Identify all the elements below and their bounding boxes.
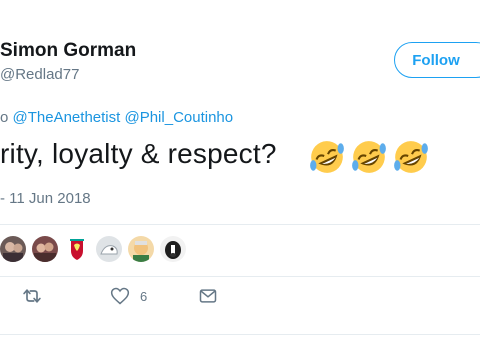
rolling-laughing-emoji-icon bbox=[310, 141, 344, 173]
tweet-text: rity, loyalty & respect? bbox=[0, 138, 277, 169]
emoji-row bbox=[308, 138, 430, 176]
avatar[interactable] bbox=[32, 236, 58, 262]
like-count: 6 bbox=[140, 288, 148, 304]
mention-link-1[interactable]: @TheAnethetist bbox=[13, 109, 121, 126]
avatar[interactable] bbox=[96, 236, 122, 262]
reply-context: o @TheAnethetist @Phil_Coutinho bbox=[0, 109, 233, 126]
avatar[interactable] bbox=[160, 236, 186, 262]
rolling-laughing-emoji-icon bbox=[352, 141, 386, 173]
heart-icon bbox=[110, 287, 130, 305]
retweet-icon bbox=[23, 289, 41, 303]
avatar[interactable] bbox=[128, 236, 154, 262]
envelope-icon bbox=[199, 289, 217, 303]
tweet-timestamp[interactable]: - 11 Jun 2018 bbox=[0, 190, 91, 207]
follow-button-label: Follow bbox=[412, 51, 460, 69]
avatar[interactable] bbox=[64, 236, 90, 262]
direct-message-button[interactable] bbox=[198, 286, 218, 306]
rolling-laughing-emoji-icon bbox=[394, 141, 428, 173]
divider bbox=[0, 334, 480, 335]
follow-button[interactable]: Follow bbox=[394, 42, 480, 78]
avatar[interactable] bbox=[0, 236, 26, 262]
divider bbox=[0, 276, 480, 277]
reply-context-prefix: o bbox=[0, 109, 9, 126]
author-handle[interactable]: @Redlad77 bbox=[0, 66, 79, 83]
mention-link-2[interactable]: @Phil_Coutinho bbox=[124, 109, 233, 126]
author-name[interactable]: Simon Gorman bbox=[0, 40, 136, 62]
like-button[interactable]: 6 bbox=[110, 286, 147, 306]
liker-avatars bbox=[0, 236, 186, 262]
divider bbox=[0, 224, 480, 225]
retweet-button[interactable] bbox=[22, 286, 52, 306]
